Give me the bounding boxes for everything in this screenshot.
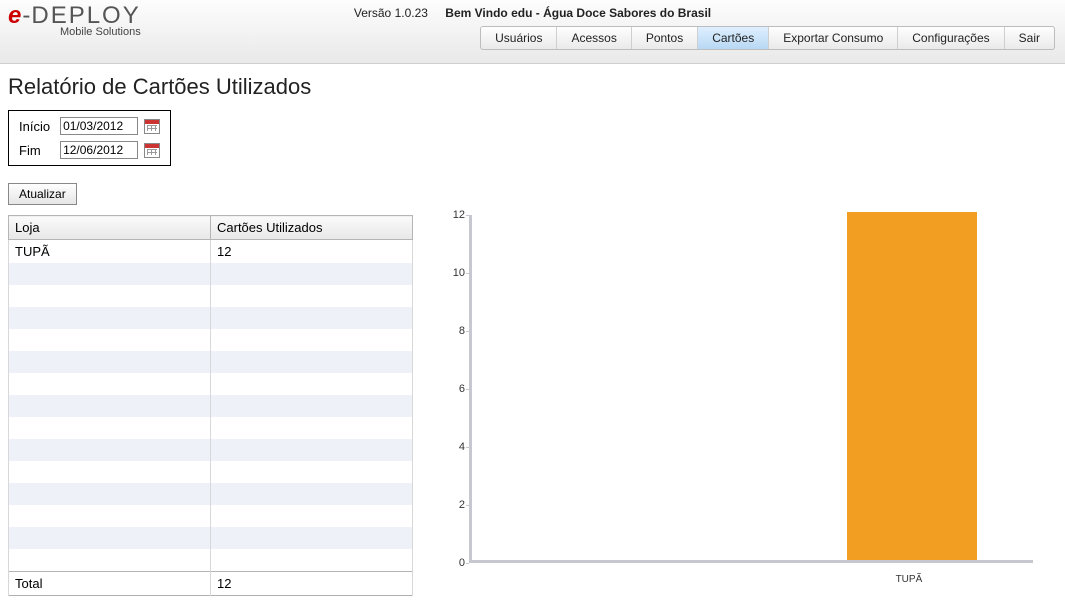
cell-value (211, 395, 413, 417)
input-fim[interactable] (60, 141, 138, 159)
x-tick-label: TUPÃ (896, 574, 923, 585)
cell-loja (9, 417, 211, 439)
table-row (9, 527, 413, 549)
y-tick-label: 0 (459, 557, 465, 569)
table-row (9, 417, 413, 439)
cell-value (211, 483, 413, 505)
cell-value (211, 351, 413, 373)
main-nav: Usuários Acessos Pontos Cartões Exportar… (480, 26, 1055, 50)
y-tick-label: 12 (453, 209, 465, 221)
cell-value (211, 373, 413, 395)
nav-usuarios[interactable]: Usuários (481, 27, 556, 49)
cell-loja (9, 483, 211, 505)
y-tick-label: 4 (459, 441, 465, 453)
table-row (9, 307, 413, 329)
cell-loja: TUPÃ (9, 240, 211, 264)
table-row (9, 329, 413, 351)
cell-value: 12 (211, 240, 413, 264)
page-content: Relatório de Cartões Utilizados Início F… (0, 64, 1065, 606)
cell-value (211, 307, 413, 329)
cell-loja (9, 263, 211, 285)
table-row (9, 439, 413, 461)
total-value: 12 (211, 571, 413, 595)
cell-loja (9, 549, 211, 571)
label-inicio: Início (15, 115, 54, 137)
y-tick-label: 2 (459, 499, 465, 511)
table-row (9, 483, 413, 505)
cell-loja (9, 373, 211, 395)
calendar-icon[interactable] (144, 119, 160, 134)
page-title: Relatório de Cartões Utilizados (8, 74, 1057, 100)
cell-value (211, 527, 413, 549)
cell-loja (9, 461, 211, 483)
calendar-icon[interactable] (144, 143, 160, 158)
table-row (9, 285, 413, 307)
col-loja[interactable]: Loja (9, 216, 211, 240)
col-cartoes[interactable]: Cartões Utilizados (211, 216, 413, 240)
version-text: Versão 1.0.23 (354, 6, 428, 20)
nav-exportar-consumo[interactable]: Exportar Consumo (768, 27, 897, 49)
cell-loja (9, 395, 211, 417)
cell-loja (9, 285, 211, 307)
nav-acessos[interactable]: Acessos (556, 27, 630, 49)
table-row (9, 461, 413, 483)
table-row (9, 549, 413, 571)
input-inicio[interactable] (60, 117, 138, 135)
cell-value (211, 263, 413, 285)
cell-value (211, 505, 413, 527)
table-row (9, 505, 413, 527)
cell-value (211, 417, 413, 439)
y-tick-label: 10 (453, 267, 465, 279)
update-button[interactable]: Atualizar (8, 183, 77, 205)
cell-value (211, 549, 413, 571)
cell-loja (9, 351, 211, 373)
nav-cartoes[interactable]: Cartões (697, 27, 768, 49)
cell-loja (9, 307, 211, 329)
cell-value (211, 285, 413, 307)
cell-value (211, 439, 413, 461)
total-label: Total (9, 571, 211, 595)
cell-loja (9, 439, 211, 461)
report-table: Loja Cartões Utilizados TUPÃ12 Total 12 (8, 215, 413, 596)
cell-loja (9, 527, 211, 549)
table-row (9, 395, 413, 417)
cell-loja (9, 505, 211, 527)
cell-value (211, 461, 413, 483)
chart-bar (847, 212, 977, 560)
nav-pontos[interactable]: Pontos (631, 27, 697, 49)
table-row (9, 263, 413, 285)
date-range-box: Início Fim (8, 110, 171, 166)
chart: 024681012TUPÃ (443, 215, 1033, 585)
y-tick-label: 8 (459, 325, 465, 337)
nav-sair[interactable]: Sair (1004, 27, 1054, 49)
chart-plot-area (469, 215, 1033, 563)
cell-value (211, 329, 413, 351)
table-row: TUPÃ12 (9, 240, 413, 264)
cell-loja (9, 329, 211, 351)
table-row (9, 373, 413, 395)
table-row (9, 351, 413, 373)
label-fim: Fim (15, 139, 54, 161)
top-bar: e-DEPLOY Mobile Solutions Versão 1.0.23 … (0, 0, 1065, 64)
header-info: Versão 1.0.23 Bem Vindo edu - Água Doce … (0, 6, 1065, 20)
nav-configuracoes[interactable]: Configurações (897, 27, 1003, 49)
y-tick-label: 6 (459, 383, 465, 395)
welcome-text: Bem Vindo edu - Água Doce Sabores do Bra… (445, 6, 711, 20)
